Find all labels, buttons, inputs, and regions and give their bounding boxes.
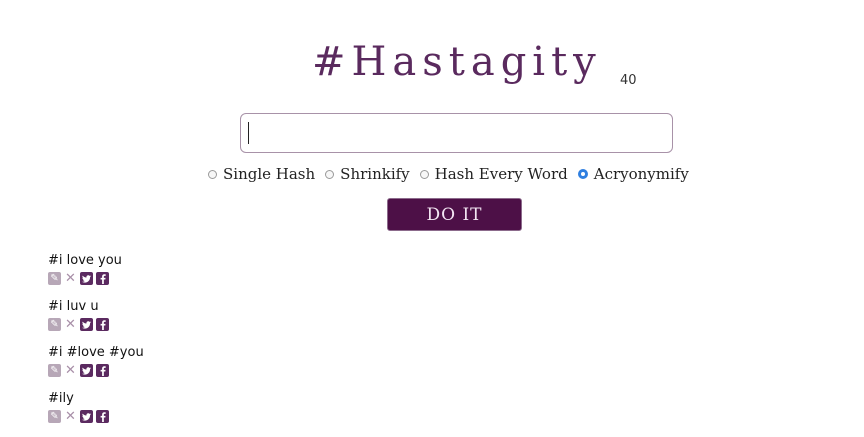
twitter-icon[interactable] bbox=[80, 318, 93, 331]
result-text: #i #love #you bbox=[48, 345, 144, 360]
mode-options: Single Hash Shrinkify Hash Every Word Ac… bbox=[208, 163, 728, 185]
pencil-icon[interactable]: ✎ bbox=[48, 364, 61, 377]
facebook-icon[interactable] bbox=[96, 410, 109, 423]
close-icon[interactable]: ✕ bbox=[64, 410, 77, 423]
text-cursor bbox=[248, 122, 249, 144]
do-it-button[interactable]: DO IT bbox=[387, 198, 522, 231]
twitter-icon[interactable] bbox=[80, 272, 93, 285]
option-shrinkify[interactable]: Shrinkify bbox=[325, 165, 410, 183]
radio-shrinkify[interactable] bbox=[325, 169, 335, 179]
result-actions: ✎ ✕ bbox=[48, 318, 348, 331]
result-actions: ✎ ✕ bbox=[48, 272, 348, 285]
result-item: #i love you ✎ ✕ bbox=[48, 252, 348, 298]
result-actions: ✎ ✕ bbox=[48, 364, 348, 377]
close-icon[interactable]: ✕ bbox=[64, 272, 77, 285]
result-actions: ✎ ✕ bbox=[48, 410, 348, 423]
option-single-hash[interactable]: Single Hash bbox=[208, 165, 315, 183]
result-item: #i #love #you ✎ ✕ bbox=[48, 344, 348, 390]
option-label: Single Hash bbox=[223, 165, 316, 183]
hashtag-input[interactable] bbox=[240, 113, 673, 153]
option-label: Shrinkify bbox=[340, 165, 410, 183]
result-item: #ily ✎ ✕ bbox=[48, 390, 348, 436]
facebook-icon[interactable] bbox=[96, 364, 109, 377]
close-icon[interactable]: ✕ bbox=[64, 364, 77, 377]
results-list: #i love you ✎ ✕ #i luv u ✎ ✕ #i #love #y… bbox=[48, 252, 348, 436]
pencil-icon[interactable]: ✎ bbox=[48, 318, 61, 331]
pencil-icon[interactable]: ✎ bbox=[48, 272, 61, 285]
result-text: #i luv u bbox=[48, 299, 99, 314]
option-label: Acryonymify bbox=[593, 165, 689, 183]
app-title: #Hastagity bbox=[312, 39, 602, 85]
option-label: Hash Every Word bbox=[434, 165, 568, 183]
character-counter: 40 bbox=[620, 73, 637, 88]
page: #Hastagity 40 Single Hash Shrinkify Hash… bbox=[0, 0, 864, 437]
option-acryonymify[interactable]: Acryonymify bbox=[577, 165, 689, 183]
facebook-icon[interactable] bbox=[96, 318, 109, 331]
radio-hash-every-word[interactable] bbox=[419, 169, 429, 179]
twitter-icon[interactable] bbox=[80, 364, 93, 377]
facebook-icon[interactable] bbox=[96, 272, 109, 285]
result-text: #i love you bbox=[48, 253, 122, 268]
pencil-icon[interactable]: ✎ bbox=[48, 410, 61, 423]
twitter-icon[interactable] bbox=[80, 410, 93, 423]
radio-single-hash[interactable] bbox=[208, 169, 217, 179]
option-hash-every-word[interactable]: Hash Every Word bbox=[419, 165, 568, 183]
result-text: #ily bbox=[48, 391, 74, 406]
result-item: #i luv u ✎ ✕ bbox=[48, 298, 348, 344]
radio-acryonymify[interactable] bbox=[577, 169, 588, 179]
close-icon[interactable]: ✕ bbox=[64, 318, 77, 331]
